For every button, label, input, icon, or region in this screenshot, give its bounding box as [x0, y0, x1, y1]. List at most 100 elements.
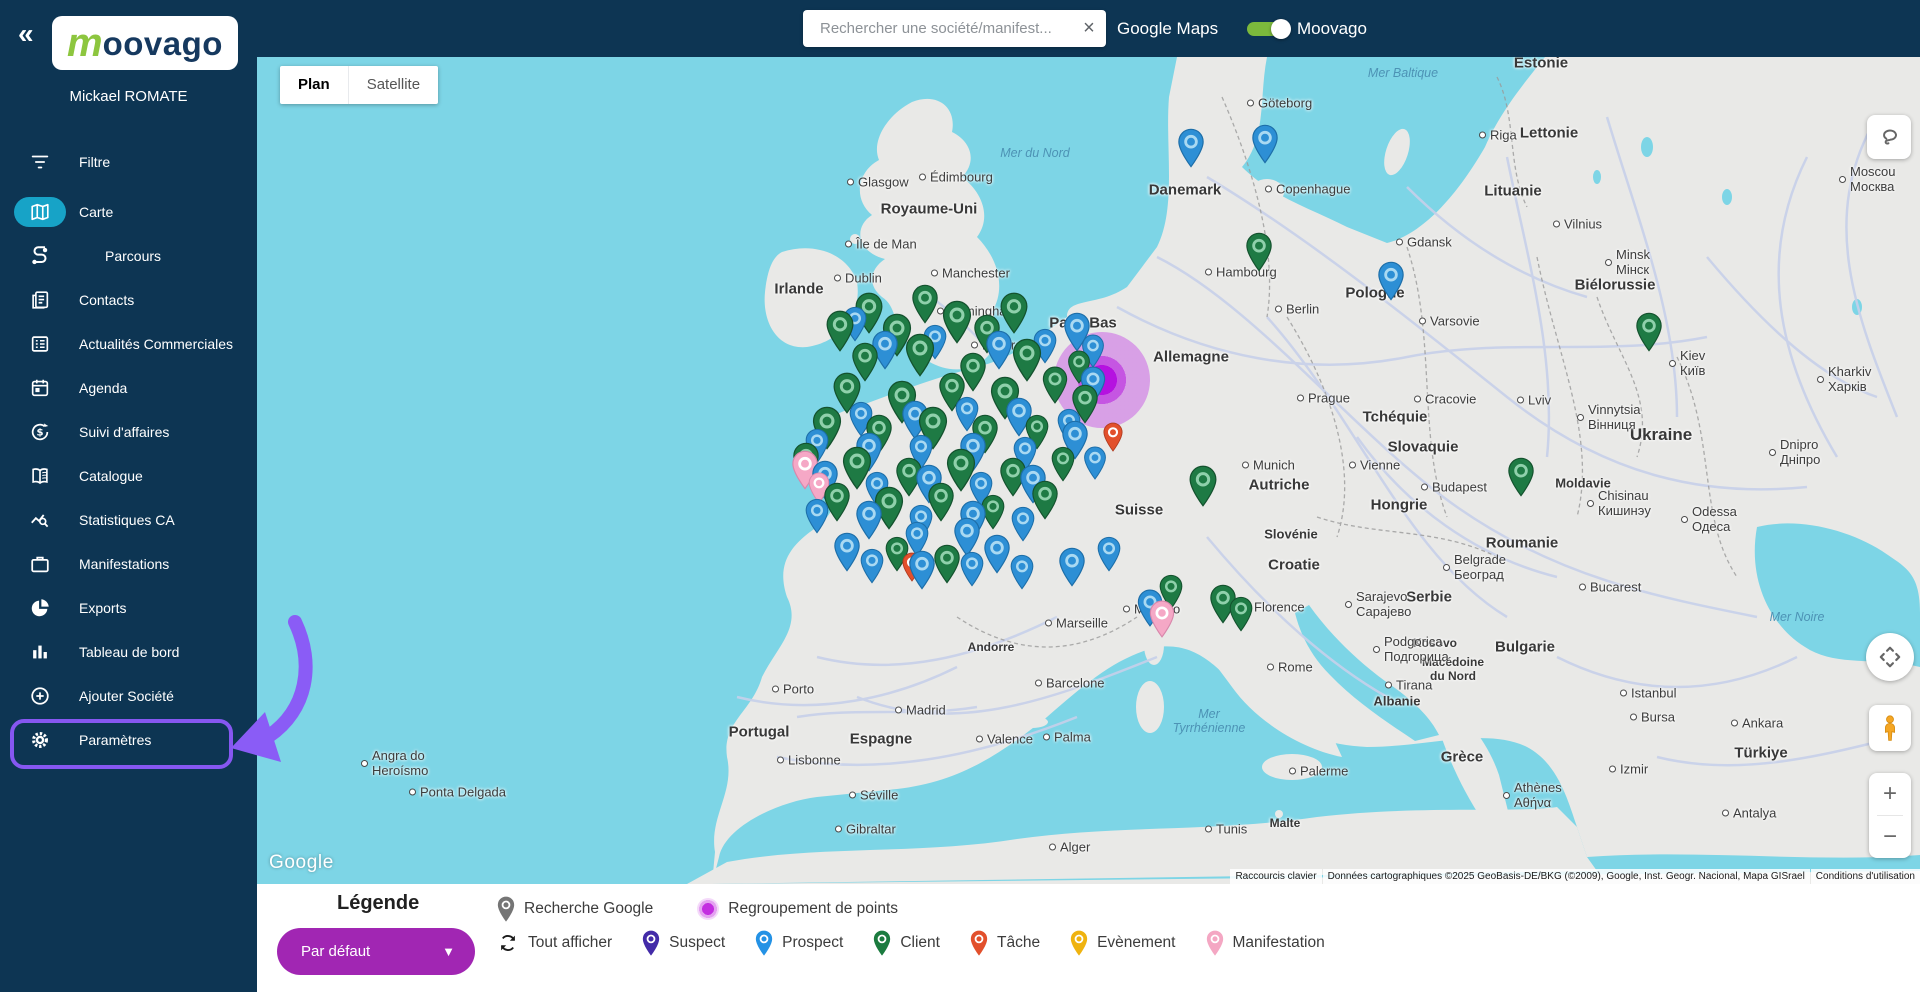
country-label: Estonie — [1514, 57, 1568, 72]
map-pin-b[interactable] — [1083, 446, 1107, 485]
city-label: Kiev Київ — [1669, 348, 1705, 378]
sidebar-item-exports[interactable]: Exports — [0, 586, 257, 630]
legend-item-regroupement-de-points[interactable]: Regroupement de points — [697, 898, 898, 920]
sidebar-item-label: Catalogue — [79, 468, 143, 484]
search-clear-icon[interactable]: × — [1072, 10, 1106, 47]
map-provider-toggle[interactable] — [1247, 22, 1287, 36]
city-label: Valence — [976, 732, 1033, 747]
expand-arrows-icon — [1877, 644, 1903, 670]
legend-item-manifestation[interactable]: Manifestation — [1206, 930, 1325, 956]
sidebar-item-parametres[interactable]: Paramètres — [0, 718, 257, 762]
cluster-icon — [697, 898, 719, 920]
city-label: Athènes Αθήνα — [1503, 780, 1562, 810]
legend-item-recherche-google[interactable]: Recherche Google — [497, 896, 653, 922]
sidebar-item-statistiques-ca[interactable]: Statistiques CA — [0, 498, 257, 542]
city-dot — [1620, 690, 1627, 697]
city-label: Moscou Москва — [1839, 164, 1896, 194]
city-dot — [1722, 810, 1729, 817]
map-type-satellite-button[interactable]: Satellite — [348, 66, 438, 104]
country-label: Croatie — [1268, 557, 1320, 574]
map-pin-b[interactable] — [805, 498, 830, 539]
sidebar-item-tableau-de-bord[interactable]: Tableau de bord — [0, 630, 257, 674]
city-label: Belgrade Београд — [1443, 552, 1506, 582]
search-box[interactable]: × — [803, 10, 1106, 47]
country-label: Danemark — [1149, 182, 1222, 199]
sidebar-item-ajouter-societe[interactable]: Ajouter Société — [0, 674, 257, 718]
map-pin-g[interactable] — [1188, 465, 1218, 512]
country-label: Hongrie — [1371, 497, 1428, 514]
country-label: Slovénie — [1264, 527, 1317, 542]
city-label: Göteborg — [1247, 96, 1312, 111]
sidebar-item-filtre[interactable]: Filtre — [0, 140, 257, 184]
sidebar-item-label: Suivi d'affaires — [79, 424, 169, 440]
city-label: Ankara — [1731, 716, 1783, 731]
sidebar-item-contacts[interactable]: Contacts — [0, 278, 257, 322]
legend-item-tache[interactable]: Tâche — [970, 930, 1040, 956]
map-pin-b[interactable] — [908, 550, 936, 595]
country-label: Roumanie — [1486, 535, 1559, 552]
map-pin-g[interactable] — [933, 544, 961, 589]
legend-item-evenement[interactable]: Evènement — [1070, 930, 1175, 956]
map-pin-g[interactable] — [905, 333, 936, 382]
terms-link[interactable]: Conditions d'utilisation — [1811, 869, 1920, 884]
country-label: Lituanie — [1484, 183, 1542, 200]
city-label: Kharkiv Харків — [1817, 364, 1871, 394]
map-pin-g[interactable] — [1042, 366, 1069, 409]
recenter-expand-button[interactable] — [1866, 633, 1914, 681]
map-pin-g[interactable] — [1635, 312, 1663, 357]
legend-item-tout-afficher[interactable]: Tout afficher — [497, 932, 612, 954]
lasso-select-button[interactable] — [1867, 115, 1911, 159]
pegman-button[interactable] — [1869, 705, 1911, 751]
map-pin-p[interactable] — [1149, 600, 1176, 643]
legend-item-suspect[interactable]: Suspect — [642, 930, 725, 956]
map-pin-b[interactable] — [983, 534, 1011, 579]
map-pin-b[interactable] — [1010, 554, 1035, 595]
sea-label: Mer du Nord — [1000, 146, 1069, 160]
map-pin-b[interactable] — [960, 551, 985, 592]
map-pin-b[interactable] — [1011, 506, 1036, 547]
sidebar-item-suivi-d-affaires[interactable]: $Suivi d'affaires — [0, 410, 257, 454]
city-label: Glasgow — [847, 175, 909, 190]
country-label: Türkiye — [1734, 745, 1787, 762]
stats-icon — [28, 508, 52, 532]
zoom-out-button[interactable]: − — [1869, 816, 1911, 858]
sidebar-collapse-button[interactable]: « — [18, 18, 34, 50]
map-pin-b[interactable] — [1251, 124, 1279, 169]
pin-icon — [1206, 930, 1224, 956]
map-pin-b[interactable] — [833, 532, 861, 577]
sidebar-item-catalogue[interactable]: Catalogue — [0, 454, 257, 498]
city-dot — [835, 826, 842, 833]
sidebar-item-manifestations[interactable]: Manifestations — [0, 542, 257, 586]
zoom-in-button[interactable]: + — [1869, 773, 1911, 815]
sidebar-item-parcours[interactable]: Parcours — [0, 234, 257, 278]
legend-item-prospect[interactable]: Prospect — [755, 930, 843, 956]
sidebar-item-actualites-commerciales[interactable]: Actualités Commerciales — [0, 322, 257, 366]
legend-preset-dropdown[interactable]: Par défaut ▼ — [277, 928, 475, 975]
city-dot — [1503, 792, 1510, 799]
sidebar-item-label: Parcours — [105, 248, 161, 264]
map-type-plan-button[interactable]: Plan — [280, 66, 348, 104]
map-pin-g[interactable] — [1507, 457, 1535, 502]
map-pin-b[interactable] — [985, 330, 1013, 375]
map-data-credit: Données cartographiques ©2025 GeoBasis-D… — [1323, 869, 1810, 884]
city-dot — [1035, 680, 1042, 687]
map-icon — [28, 200, 52, 224]
map-pin-b[interactable] — [1177, 128, 1205, 173]
map-pin-g[interactable] — [911, 284, 939, 329]
legend-item-client[interactable]: Client — [873, 930, 940, 956]
country-label: Espagne — [850, 731, 913, 748]
search-input[interactable] — [818, 19, 1072, 38]
map-type-control: Plan Satellite — [280, 66, 438, 104]
city-dot — [1630, 714, 1637, 721]
map-pin-b[interactable] — [1058, 547, 1086, 592]
map-pin-b[interactable] — [1097, 536, 1122, 577]
map-pin-g[interactable] — [1245, 232, 1273, 277]
map-pin-b[interactable] — [860, 548, 885, 589]
shortcuts-link[interactable]: Raccourcis clavier — [1230, 869, 1321, 884]
map-pin-b[interactable] — [1377, 261, 1405, 306]
map-pin-g[interactable] — [1229, 596, 1254, 637]
city-dot — [1242, 462, 1249, 469]
sidebar-item-carte[interactable]: Carte — [0, 190, 257, 234]
sidebar-item-agenda[interactable]: Agenda — [0, 366, 257, 410]
map-canvas[interactable]: IrlandeRoyaume-UniDanemarkPays-BasAllema… — [257, 57, 1920, 884]
